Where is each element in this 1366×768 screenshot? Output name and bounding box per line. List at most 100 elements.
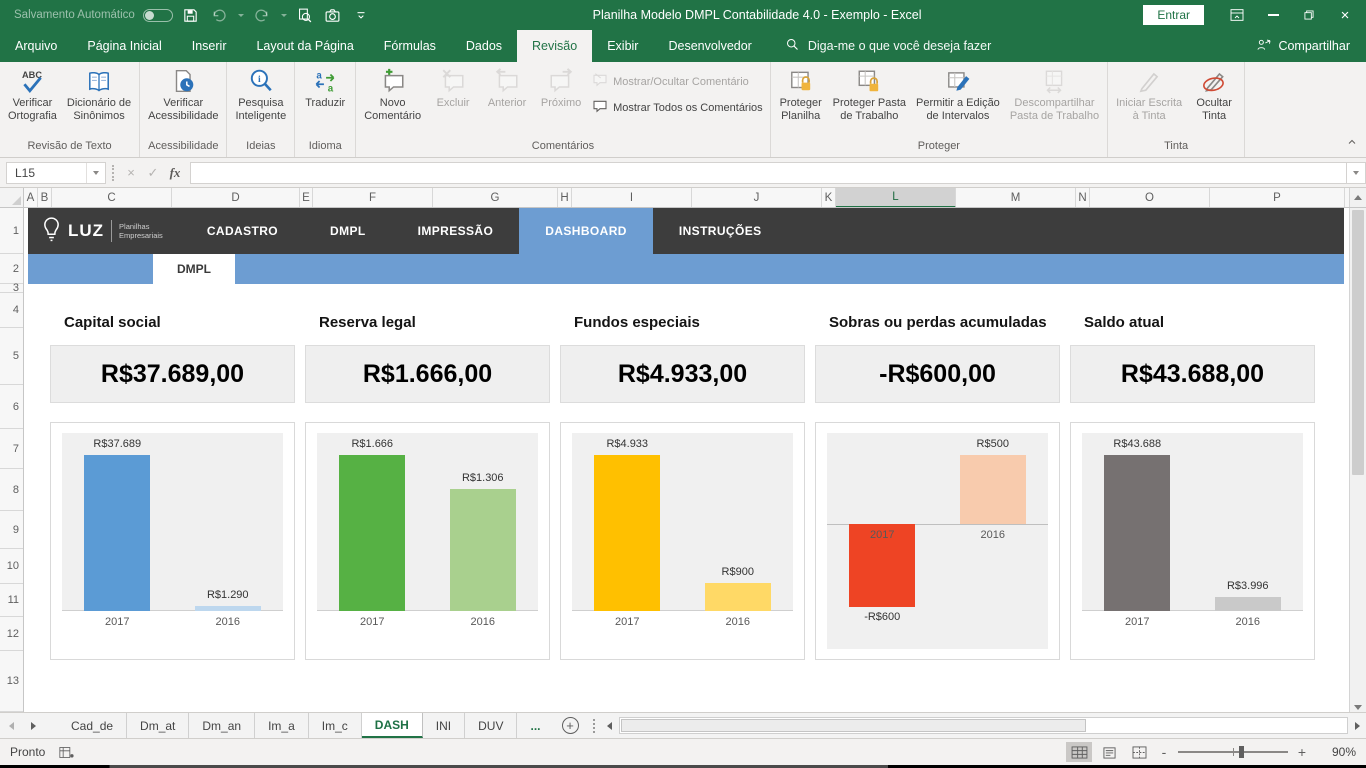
row-header-7[interactable]: 7 [0, 429, 23, 469]
hscroll-right-arrow[interactable] [1348, 713, 1366, 738]
minimize-button[interactable] [1256, 2, 1290, 28]
column-header-e[interactable]: E [300, 188, 313, 207]
formula-input[interactable] [190, 162, 1346, 184]
sheet-nav-left-icon[interactable] [0, 713, 22, 738]
collapse-ribbon-icon[interactable] [1346, 135, 1358, 153]
undo-icon[interactable] [209, 5, 229, 25]
scroll-down-arrow[interactable] [1350, 705, 1366, 710]
sheet-tab-dm-an[interactable]: Dm_an [189, 713, 255, 738]
tell-me-search[interactable]: Diga-me o que você deseja fazer [785, 30, 991, 62]
dashboard-nav-dmpl[interactable]: DMPL [304, 208, 392, 254]
save-icon[interactable] [181, 5, 201, 25]
sheet-tab-cad-de[interactable]: Cad_de [58, 713, 127, 738]
sheet-tab-duv[interactable]: DUV [465, 713, 517, 738]
button-verificar-acessibilidade[interactable]: Verificar Acessibilidade [143, 64, 223, 123]
macro-record-icon[interactable] [59, 746, 74, 759]
camera-icon[interactable] [323, 5, 343, 25]
autosave-toggle[interactable] [143, 9, 173, 22]
button-ocultar-tinta[interactable]: Ocultar Tinta [1187, 64, 1241, 123]
zoom-out-button[interactable]: - [1156, 744, 1172, 760]
ribbon-tab-layout-da-pagina[interactable]: Layout da Página [241, 30, 368, 62]
undo-dropdown-icon[interactable] [238, 14, 244, 17]
name-box-dropdown-icon[interactable] [86, 163, 105, 183]
dashboard-nav-instrucoes[interactable]: INSTRUÇÕES [653, 208, 788, 254]
button-mostrar-todos-os-comentarios[interactable]: Mostrar Todos os Comentários [592, 98, 763, 117]
ribbon-display-options-icon[interactable] [1220, 2, 1254, 28]
cancel-icon[interactable]: × [120, 162, 142, 184]
vertical-scrollbar-thumb[interactable] [1352, 210, 1364, 475]
button-proteger-pasta-de-trabalho[interactable]: Proteger Pasta de Trabalho [828, 64, 911, 123]
ribbon-tab-pagina-inicial[interactable]: Página Inicial [72, 30, 176, 62]
sheet-tab-im-c[interactable]: Im_c [309, 713, 362, 738]
column-header-m[interactable]: M [956, 188, 1076, 207]
select-all-corner[interactable] [0, 188, 24, 207]
column-header-g[interactable]: G [433, 188, 558, 207]
button-novo-comentario[interactable]: Novo Comentário [359, 64, 426, 123]
ribbon-tab-formulas[interactable]: Fórmulas [369, 30, 451, 62]
button-proteger-planilha[interactable]: Proteger Planilha [774, 64, 828, 123]
sheet-tab-ini[interactable]: INI [423, 713, 465, 738]
sign-in-button[interactable]: Entrar [1143, 5, 1204, 25]
horizontal-scrollbar[interactable] [619, 717, 1349, 734]
column-header-k[interactable]: K [822, 188, 836, 207]
column-header-c[interactable]: C [52, 188, 172, 207]
zoom-in-button[interactable]: + [1294, 744, 1310, 760]
button-dicionario-de-sinonimos[interactable]: Dicionário de Sinônimos [62, 64, 136, 123]
zoom-slider-handle[interactable] [1239, 746, 1244, 758]
column-header-b[interactable]: B [38, 188, 52, 207]
column-header-f[interactable]: F [313, 188, 433, 207]
sheet-tab-im-a[interactable]: Im_a [255, 713, 309, 738]
redo-icon[interactable] [252, 5, 272, 25]
grid-canvas[interactable]: LUZ Planilhas Empresariais CADASTRODMPLI… [24, 208, 1349, 712]
print-preview-icon[interactable] [295, 5, 315, 25]
sheet-tab-more[interactable]: ... [517, 713, 553, 738]
row-header-8[interactable]: 8 [0, 469, 23, 511]
ribbon-tab-dados[interactable]: Dados [451, 30, 517, 62]
horizontal-scrollbar-thumb[interactable] [621, 719, 1087, 732]
column-header-h[interactable]: H [558, 188, 572, 207]
share-button[interactable]: Compartilhar [1256, 30, 1366, 62]
sheet-nav-right-icon[interactable] [22, 713, 44, 738]
row-header-11[interactable]: 11 [0, 584, 23, 617]
vertical-scrollbar[interactable] [1349, 208, 1366, 712]
close-button[interactable]: × [1328, 2, 1362, 28]
ribbon-tab-exibir[interactable]: Exibir [592, 30, 653, 62]
ribbon-tab-desenvolvedor[interactable]: Desenvolvedor [653, 30, 766, 62]
column-header-d[interactable]: D [172, 188, 300, 207]
row-header-4[interactable]: 4 [0, 293, 23, 328]
zoom-level[interactable]: 90% [1318, 745, 1356, 759]
page-layout-view-icon[interactable] [1096, 742, 1122, 762]
row-header-9[interactable]: 9 [0, 511, 23, 549]
row-header-10[interactable]: 10 [0, 549, 23, 584]
page-break-view-icon[interactable] [1126, 742, 1152, 762]
enter-icon[interactable]: ✓ [142, 162, 164, 184]
column-header-i[interactable]: I [572, 188, 692, 207]
zoom-slider[interactable] [1178, 751, 1288, 753]
new-sheet-button[interactable]: + [562, 717, 579, 734]
button-verificar-ortografia[interactable]: ABCVerificar Ortografia [3, 64, 62, 123]
row-header-3[interactable]: 3 [0, 284, 23, 293]
formula-bar-expand-icon[interactable] [1346, 162, 1366, 184]
button-permitir-a-edicao-de-intervalos[interactable]: Permitir a Edição de Intervalos [911, 64, 1005, 123]
column-header-o[interactable]: O [1090, 188, 1210, 207]
column-header-n[interactable]: N [1076, 188, 1090, 207]
insert-function-icon[interactable]: fx [164, 162, 186, 184]
subtab-dmpl[interactable]: DMPL [153, 254, 235, 284]
dashboard-nav-cadastro[interactable]: CADASTRO [181, 208, 304, 254]
hscroll-left-arrow[interactable] [601, 713, 619, 738]
redo-dropdown-icon[interactable] [281, 14, 287, 17]
restore-button[interactable] [1292, 2, 1326, 28]
sheet-tab-dash[interactable]: DASH [362, 713, 423, 738]
name-box[interactable]: L15 [6, 162, 106, 184]
row-header-6[interactable]: 6 [0, 385, 23, 429]
ribbon-tab-inserir[interactable]: Inserir [177, 30, 242, 62]
normal-view-icon[interactable] [1066, 742, 1092, 762]
column-header-a[interactable]: A [24, 188, 38, 207]
row-header-1[interactable]: 1 [0, 208, 23, 254]
column-header-l[interactable]: L [836, 188, 956, 207]
row-header-12[interactable]: 12 [0, 617, 23, 651]
row-header-13[interactable]: 13 [0, 651, 23, 712]
tab-splitter[interactable] [589, 719, 599, 733]
customize-qat-icon[interactable] [351, 5, 371, 25]
row-header-5[interactable]: 5 [0, 328, 23, 385]
